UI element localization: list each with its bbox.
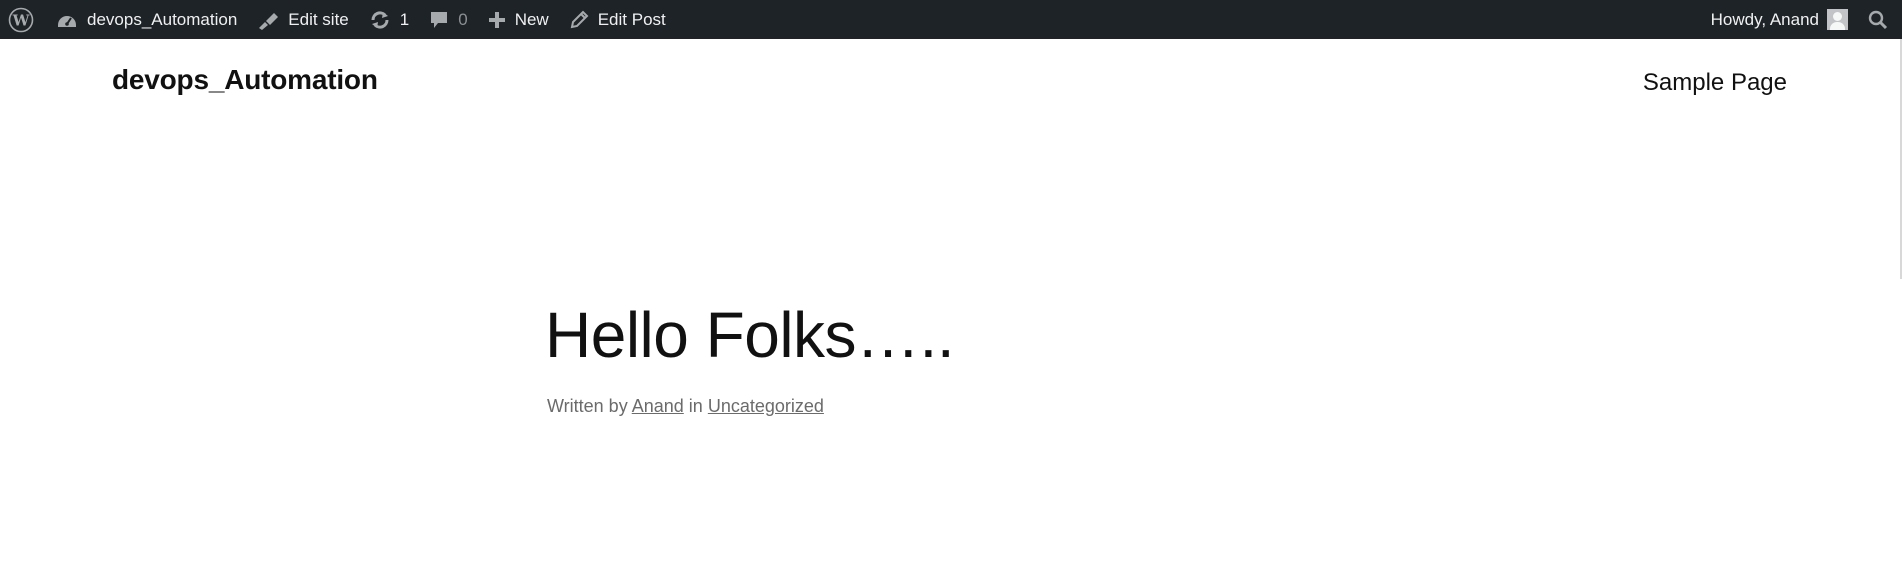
site-name-menu[interactable]: devops_Automation	[46, 0, 247, 39]
greeting-label: Howdy, Anand	[1710, 9, 1819, 29]
category-link[interactable]: Uncategorized	[708, 396, 824, 416]
brush-icon	[257, 10, 279, 30]
wordpress-icon: W	[8, 7, 34, 33]
updates-count: 1	[399, 9, 410, 29]
pencil-icon	[569, 10, 589, 30]
author-link[interactable]: Anand	[632, 396, 684, 416]
search-icon	[1868, 10, 1888, 30]
comment-icon	[429, 10, 449, 30]
updates-link[interactable]: 1	[359, 0, 419, 39]
site-name-label: devops_Automation	[87, 9, 238, 29]
wordpress-menu-button[interactable]: W	[0, 0, 46, 39]
edit-post-label: Edit Post	[597, 9, 666, 29]
written-by-label: Written by	[547, 396, 628, 416]
svg-text:W: W	[12, 11, 31, 29]
nav-item-sample-page[interactable]: Sample Page	[1643, 69, 1787, 97]
new-content-menu[interactable]: New	[478, 0, 559, 39]
updates-icon	[369, 10, 391, 30]
comments-link[interactable]: 0	[419, 0, 477, 39]
edit-site-link[interactable]: Edit site	[247, 0, 358, 39]
plus-icon	[488, 11, 506, 29]
comments-count: 0	[458, 9, 468, 29]
in-label: in	[688, 396, 703, 416]
edit-site-label: Edit site	[288, 9, 349, 29]
admin-search-button[interactable]	[1858, 0, 1902, 39]
avatar	[1827, 9, 1848, 30]
new-label: New	[514, 9, 549, 29]
post-byline: Written by Anand in Uncategorized	[547, 396, 824, 417]
admin-bar: W devops_Automation Edit site 1 0 New Ed…	[0, 0, 1902, 39]
account-menu[interactable]: Howdy, Anand	[1701, 0, 1858, 39]
post-title: Hello Folks…..	[545, 299, 955, 371]
dashboard-icon	[56, 10, 78, 30]
edit-post-link[interactable]: Edit Post	[559, 0, 676, 39]
admin-bar-right: Howdy, Anand	[1701, 0, 1902, 39]
site-title-link[interactable]: devops_Automation	[112, 64, 378, 96]
admin-bar-left: W devops_Automation Edit site 1 0 New Ed…	[0, 0, 1701, 39]
